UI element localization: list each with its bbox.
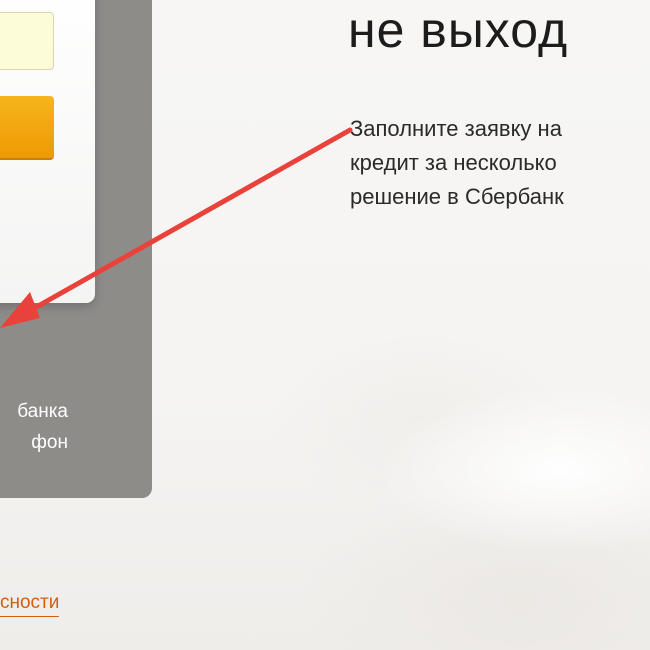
submit-button[interactable]: [0, 96, 54, 160]
hero-paragraph-line-2: кредит за несколько: [350, 150, 557, 175]
app-promo-text-line-2: фон: [31, 432, 68, 453]
app-promo-text: банка фон: [0, 396, 148, 458]
phone-input[interactable]: [0, 12, 54, 70]
hero-paragraph: Заполните заявку на кредит за несколько …: [350, 112, 564, 214]
app-promo-text-line-1: банка: [17, 401, 68, 422]
hero-paragraph-line-1: Заполните заявку на: [350, 116, 562, 141]
security-link[interactable]: сности: [0, 590, 60, 617]
hero-paragraph-line-3: решение в Сбербанк: [350, 184, 564, 209]
page-headline: не выход: [348, 2, 569, 58]
